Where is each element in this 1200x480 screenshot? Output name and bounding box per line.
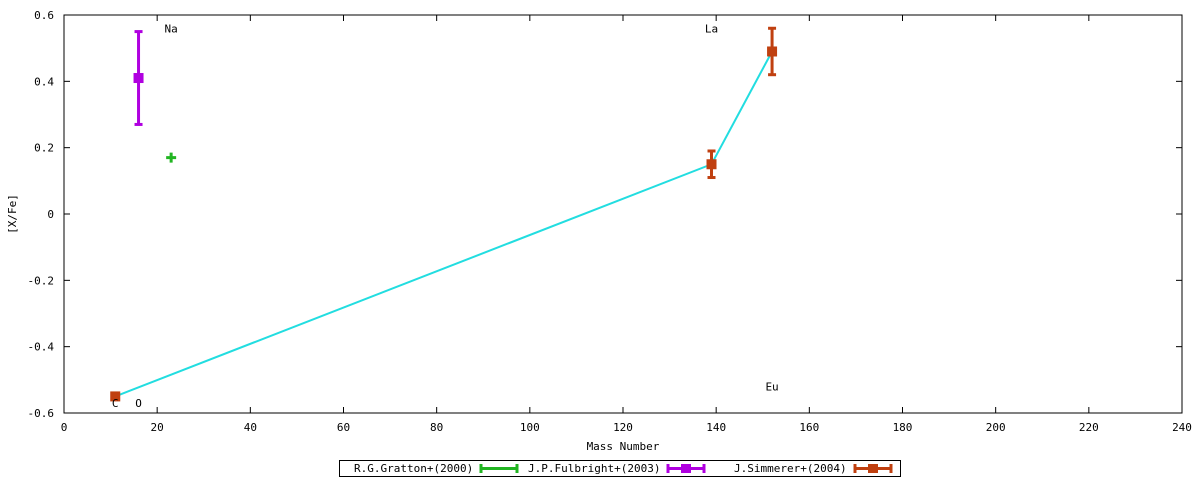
ticks-layer: 0 20 40 60 80 100 120 140 160 180 200 220 240 -0.6 -0.… — [28, 9, 1192, 434]
x-axis-label: Mass Number — [587, 440, 660, 453]
x-tick-label: 40 — [244, 421, 257, 434]
y-axis-label: [X/Fe] — [6, 194, 19, 234]
x-tick-label: 60 — [337, 421, 350, 434]
legend-item-fulbright: J.P.Fulbright+(2003) — [528, 461, 706, 476]
element-label: C — [112, 397, 119, 410]
legend: R.G.Gratton+(2000) J.P.Fulbright+(2003) … — [339, 460, 901, 477]
legend-swatch-simmerer — [853, 464, 893, 473]
element-label: O — [135, 397, 142, 410]
plot-frame — [63, 14, 1183, 414]
legend-swatch-fulbright — [666, 464, 706, 473]
data-point — [133, 73, 144, 84]
legend-label-fulbright: J.P.Fulbright+(2003) — [528, 462, 661, 475]
series-line-2 — [114, 51, 773, 398]
y-tick-label: -0.6 — [28, 407, 55, 420]
x-tick-label: 160 — [799, 421, 819, 434]
x-tick-label: 140 — [706, 421, 726, 434]
x-tick-label: 0 — [61, 421, 68, 434]
element-label: La — [705, 22, 718, 35]
points-layer — [110, 26, 778, 402]
legend-item-gratton: R.G.Gratton+(2000) — [354, 461, 519, 476]
x-tick-label: 20 — [151, 421, 164, 434]
y-tick-label: 0 — [47, 208, 54, 221]
legend-label-gratton: R.G.Gratton+(2000) — [354, 462, 474, 475]
x-tick-label: 240 — [1172, 421, 1192, 434]
legend-label-simmerer: J.Simmerer+(2004) — [734, 462, 847, 475]
x-tick-label: 220 — [1079, 421, 1099, 434]
x-tick-label: 120 — [613, 421, 633, 434]
data-point — [706, 159, 717, 170]
legend-item-simmerer: J.Simmerer+(2004) — [734, 461, 893, 476]
element-label: Na — [165, 22, 178, 35]
lines-layer — [114, 51, 773, 398]
labels-layer: C O Na La Eu — [112, 22, 779, 410]
y-tick-label: 0.6 — [34, 9, 54, 22]
x-tick-label: 180 — [893, 421, 913, 434]
x-tick-label: 80 — [430, 421, 443, 434]
y-tick-label: -0.4 — [28, 341, 55, 354]
x-tick-label: 100 — [520, 421, 540, 434]
chart: 0 20 40 60 80 100 120 140 160 180 200 220 240 -0.6 -0.… — [6, 9, 1192, 453]
x-tick-label: 200 — [986, 421, 1006, 434]
y-tick-label: 0.4 — [34, 75, 54, 88]
element-label: Eu — [765, 380, 778, 393]
legend-swatch-gratton — [479, 464, 519, 473]
y-tick-label: -0.2 — [28, 274, 55, 287]
y-tick-label: 0.2 — [34, 142, 54, 155]
data-point — [767, 46, 778, 57]
